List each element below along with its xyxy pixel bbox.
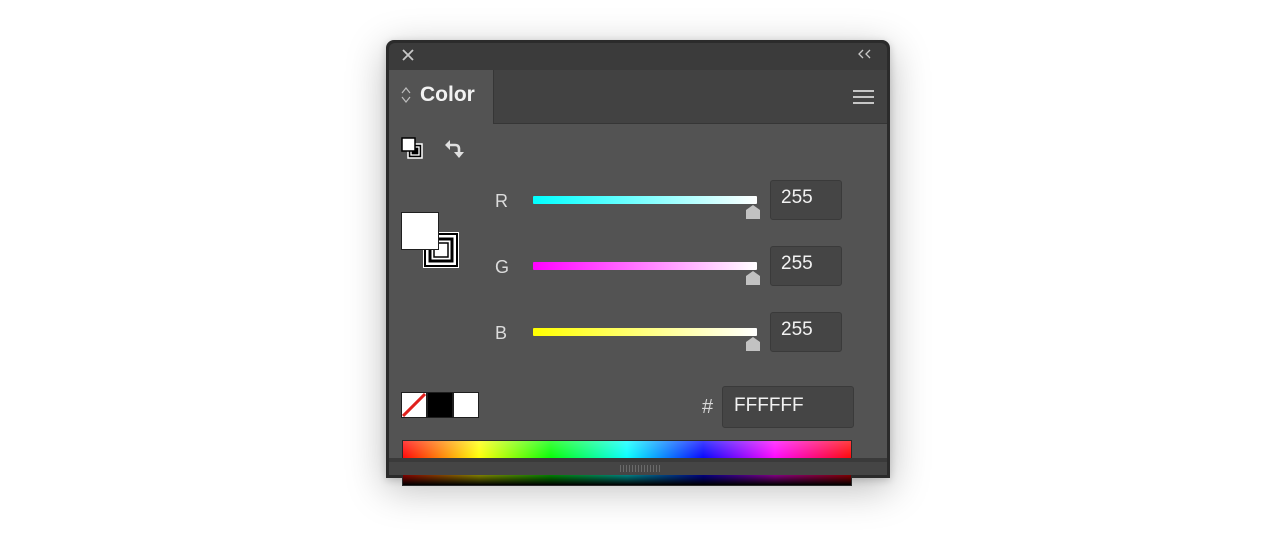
slider-thumb-r[interactable] bbox=[744, 204, 762, 220]
value-field-b[interactable]: 255 bbox=[770, 312, 842, 352]
swap-fill-stroke-icon[interactable] bbox=[440, 136, 466, 167]
swatch-white[interactable] bbox=[453, 392, 479, 418]
swatch-black[interactable] bbox=[427, 392, 453, 418]
collapse-icon[interactable] bbox=[857, 47, 873, 66]
default-fill-stroke-icon[interactable] bbox=[400, 136, 426, 167]
value-field-g[interactable]: 255 bbox=[770, 246, 842, 286]
swatch-none[interactable] bbox=[401, 392, 427, 418]
tab-row: Color bbox=[389, 70, 887, 124]
hex-input[interactable]: FFFFFF bbox=[722, 386, 854, 428]
close-icon[interactable] bbox=[400, 47, 418, 65]
slider-r[interactable] bbox=[533, 196, 757, 204]
color-panel: Color R 255 G 255 B 255 # FFFFFF bbox=[386, 40, 890, 486]
channel-label-g: G bbox=[495, 257, 510, 277]
slider-thumb-b[interactable] bbox=[744, 336, 762, 352]
hamburger-menu-icon[interactable] bbox=[853, 90, 874, 104]
slider-thumb-g[interactable] bbox=[744, 270, 762, 286]
tab-label: Color bbox=[420, 83, 475, 106]
panel-footer bbox=[389, 462, 887, 475]
value-field-r[interactable]: 255 bbox=[770, 180, 842, 220]
panel-titlebar bbox=[389, 43, 887, 70]
channel-label-b: B bbox=[495, 323, 508, 343]
channel-label-r: R bbox=[495, 191, 508, 211]
slider-g[interactable] bbox=[533, 262, 757, 270]
resize-grip-icon[interactable] bbox=[620, 465, 660, 472]
hex-sign: # bbox=[702, 396, 714, 418]
fill-color-box[interactable] bbox=[401, 212, 439, 250]
slider-b[interactable] bbox=[533, 328, 757, 336]
tab-color[interactable]: Color bbox=[389, 70, 494, 124]
panel-body: R 255 G 255 B 255 # FFFFFF bbox=[389, 124, 887, 486]
up-down-arrows-icon bbox=[400, 86, 412, 109]
